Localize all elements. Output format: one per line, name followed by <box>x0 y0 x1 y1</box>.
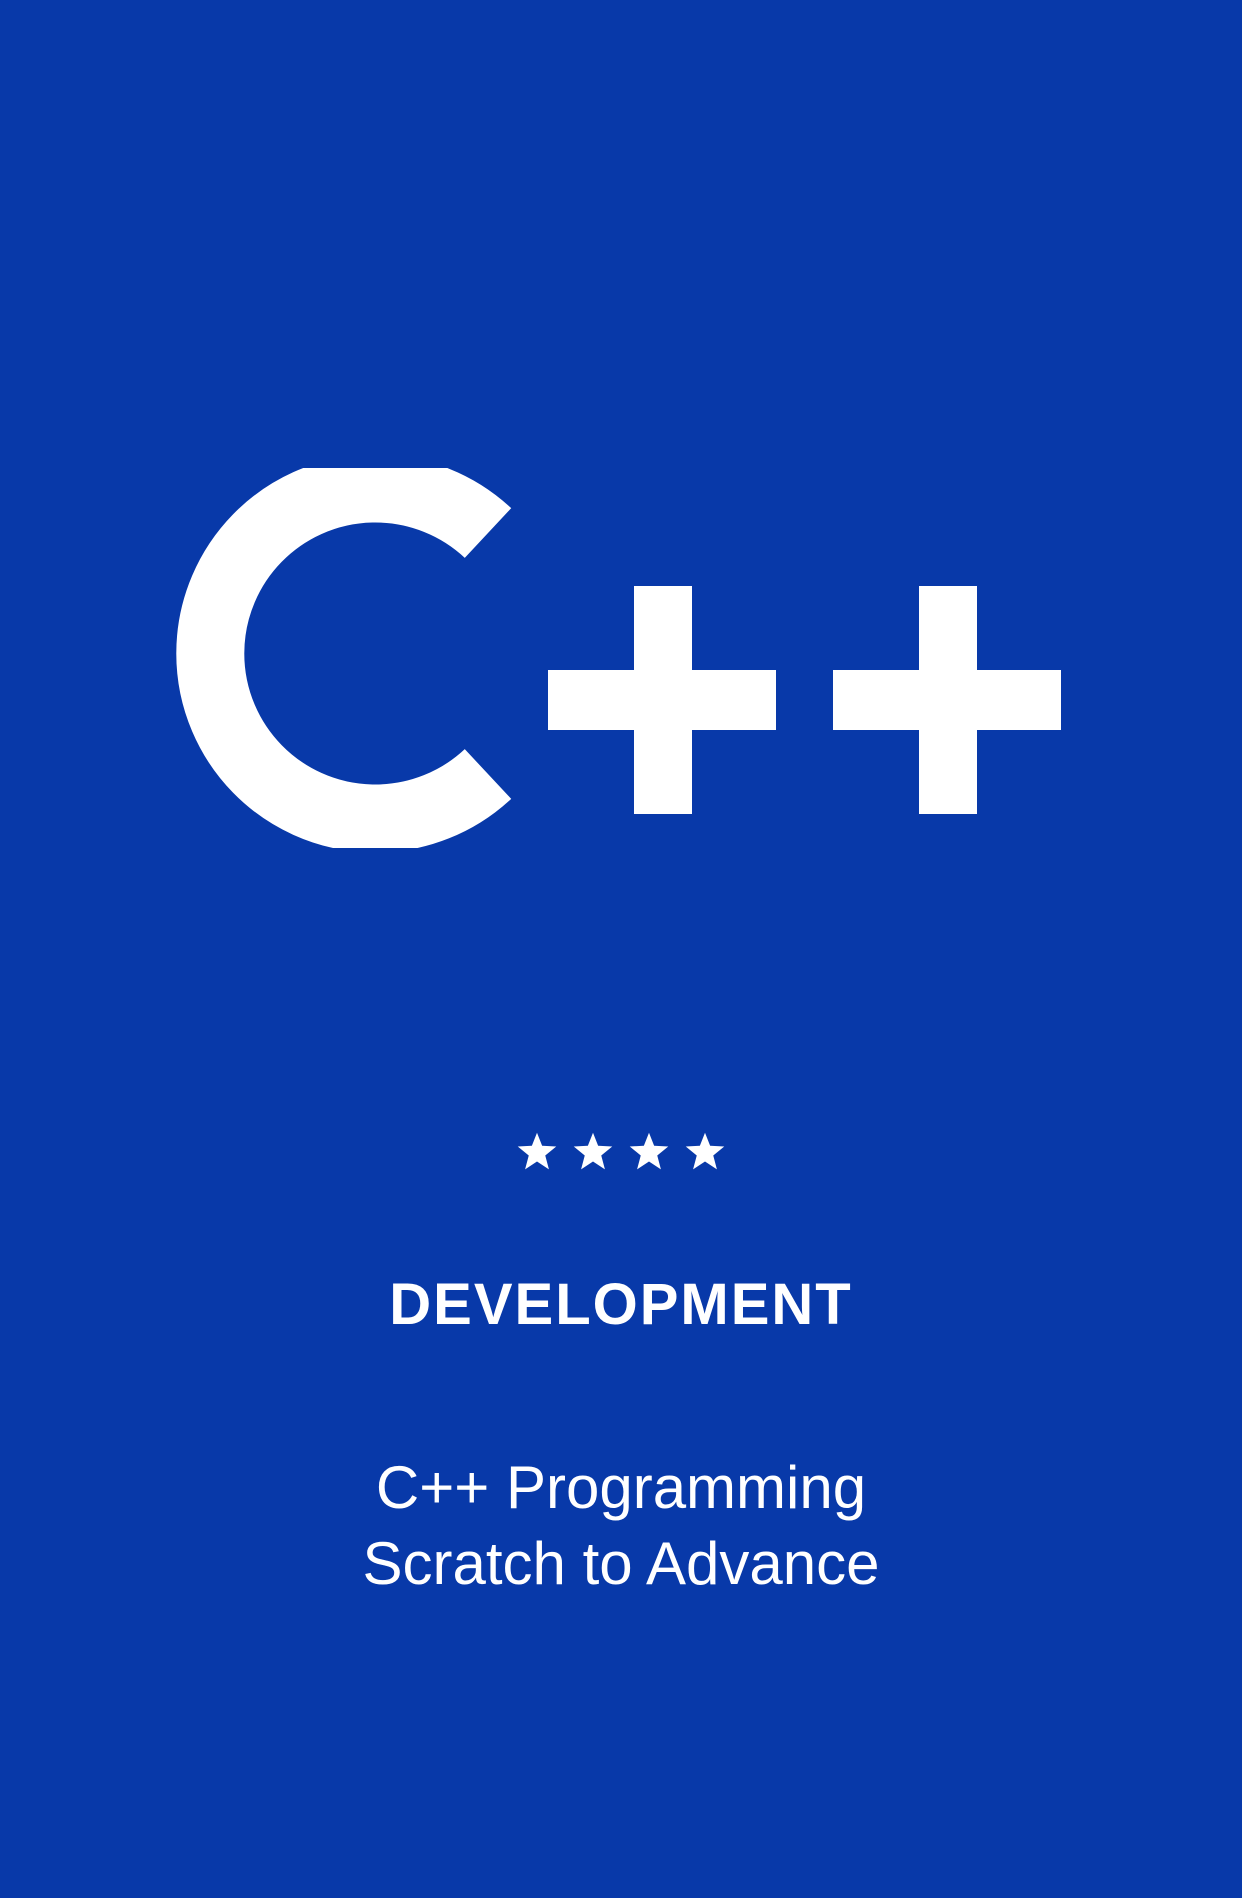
logo-plus-1-vertical <box>634 586 692 814</box>
star-icon <box>517 1132 557 1170</box>
course-title: C++ Programming Scratch to Advance <box>0 1450 1242 1602</box>
star-icon <box>629 1132 669 1170</box>
rating-stars <box>0 1130 1242 1174</box>
logo-letter-c <box>176 468 512 848</box>
cpp-logo <box>176 468 1061 848</box>
course-card[interactable]: DEVELOPMENT C++ Programming Scratch to A… <box>0 0 1242 1898</box>
star-icon <box>685 1132 725 1170</box>
course-category: DEVELOPMENT <box>389 1272 853 1337</box>
star-icon <box>573 1132 613 1170</box>
course-title-line-1: C++ Programming <box>375 1454 867 1521</box>
logo-plus-2-vertical <box>919 586 977 814</box>
course-title-line-2: Scratch to Advance <box>362 1530 880 1597</box>
